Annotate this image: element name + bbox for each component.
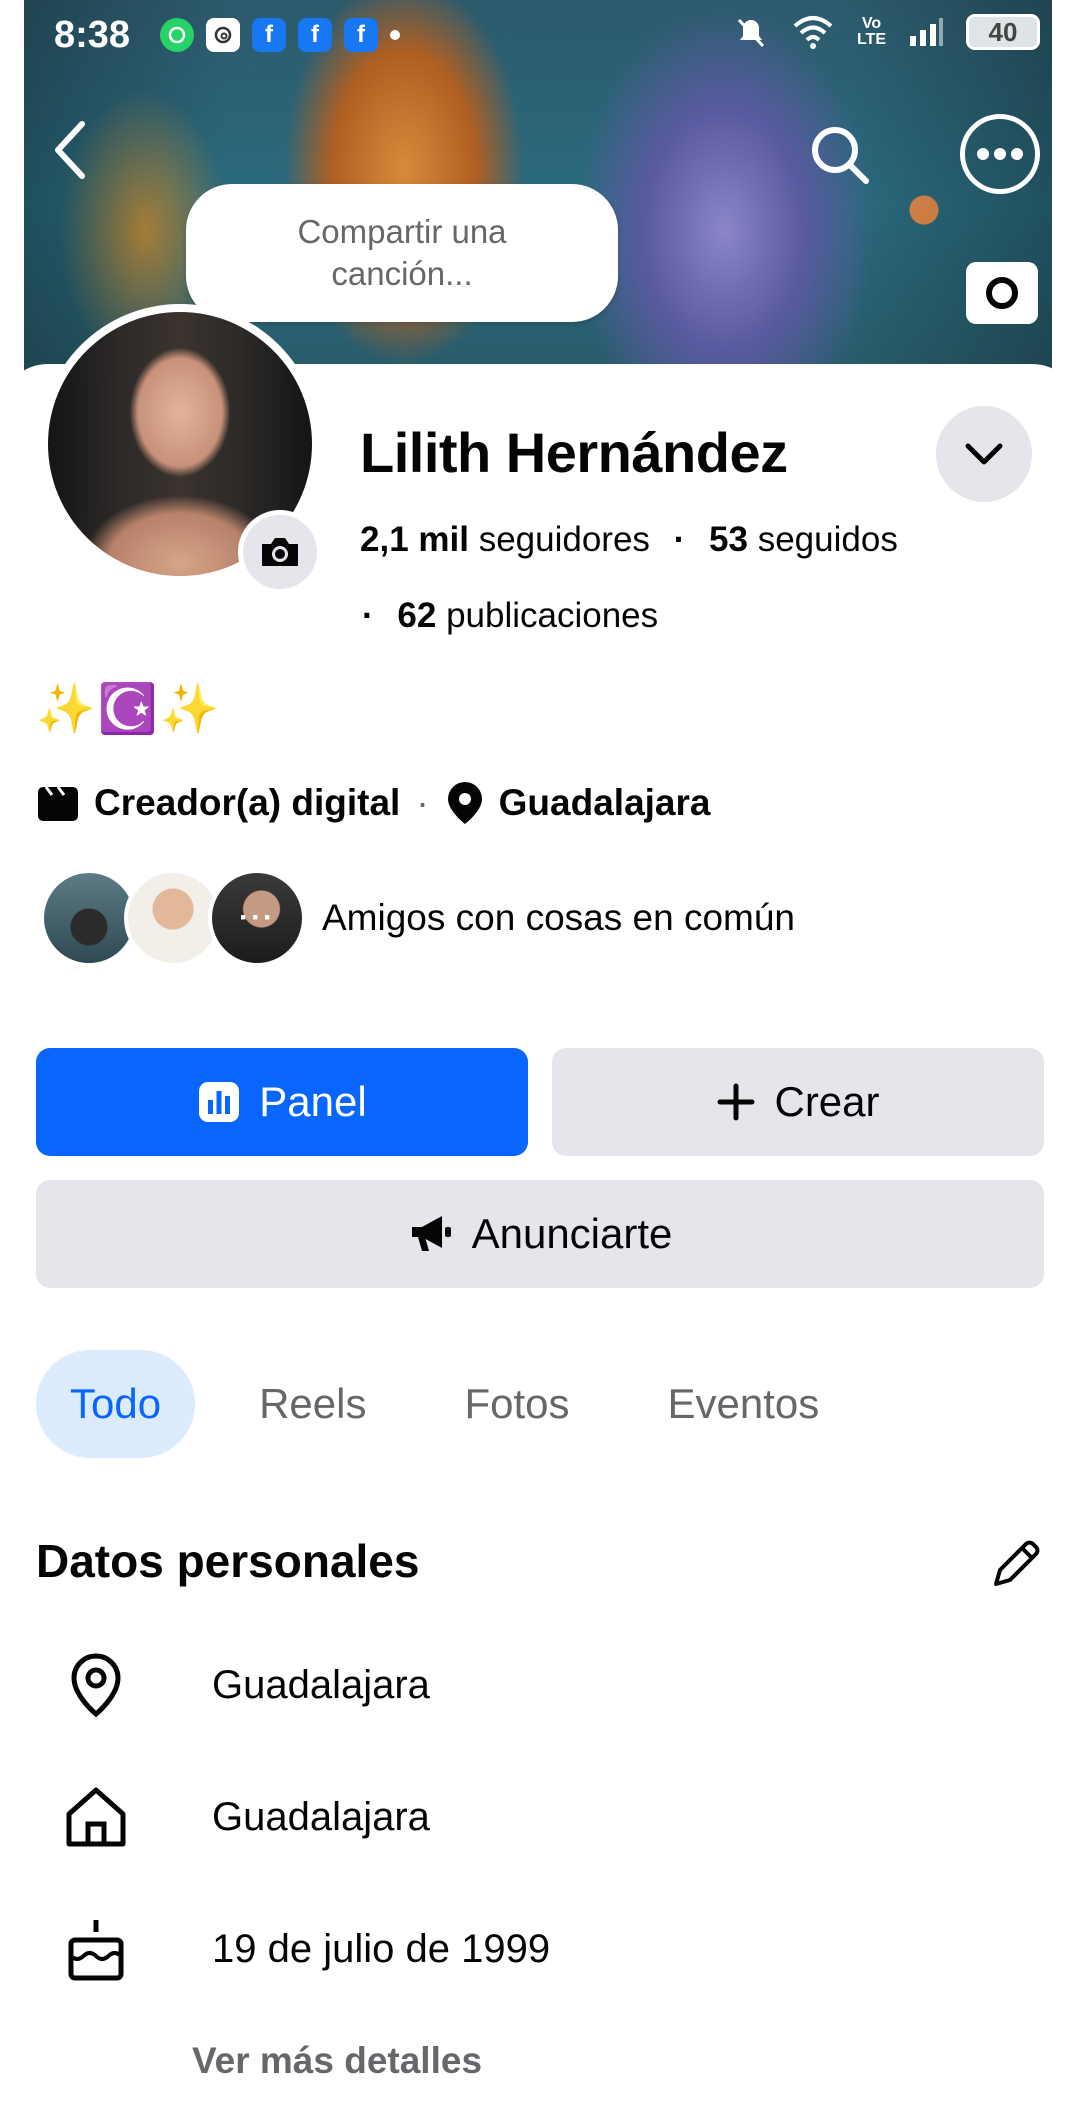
tab-todo[interactable]: Todo [36, 1350, 196, 1458]
status-indicators: Vo LTE 40 [733, 14, 1040, 50]
search-button[interactable] [800, 115, 880, 195]
volte-indicator: Vo LTE [857, 16, 886, 48]
battery-indicator: 40 [966, 14, 1040, 50]
location-pin-outline-icon [71, 1653, 121, 1718]
following-count[interactable]: 53 [709, 520, 748, 559]
home-icon [66, 1787, 126, 1847]
facebook-icon: f [298, 18, 332, 52]
wifi-icon [793, 16, 833, 49]
notification-icons: f f f [160, 18, 400, 52]
separator-dot: · [416, 782, 429, 823]
posts-stats: · 62 publicaciones [362, 596, 658, 636]
profile-name: Lilith Hernández [360, 421, 788, 484]
posts-label: publicaciones [446, 596, 659, 635]
more-options-button[interactable] [960, 114, 1040, 194]
whatsapp-icon [160, 18, 194, 52]
edit-profile-picture-button[interactable] [238, 510, 322, 594]
create-button[interactable]: Crear [552, 1048, 1044, 1156]
pencil-icon [994, 1540, 1040, 1586]
birthday-row: 19 de julio de 1999 [56, 1904, 956, 1994]
profile-category: Creador(a) digital [94, 782, 401, 823]
mute-icon [737, 18, 765, 48]
panel-button[interactable]: Panel [36, 1048, 528, 1156]
see-more-details-link[interactable]: Ver más detalles [192, 2040, 482, 2082]
profile-meta: Creador(a) digital · Guadalajara [36, 780, 711, 826]
back-arrow-icon [55, 121, 85, 179]
chevron-down-icon [965, 443, 1003, 465]
following-label[interactable]: seguidos [758, 520, 898, 559]
mutual-friends[interactable]: ··· Amigos con cosas en común [40, 868, 795, 968]
share-song-bubble[interactable]: Compartir una canción... [186, 184, 618, 322]
profile-switch-button[interactable] [936, 406, 1032, 502]
followers-count[interactable]: 2,1 mil [360, 520, 469, 559]
edit-cover-button[interactable] [966, 262, 1038, 324]
volte-bottom: LTE [856, 31, 886, 48]
threads-icon [206, 18, 240, 52]
hometown-row: Guadalajara [56, 1772, 956, 1862]
status-bar: 8:38 f f f Vo LTE 40 [0, 0, 1080, 72]
separator-dot: · [673, 520, 686, 559]
personal-details-title: Datos personales [36, 1535, 420, 1587]
birthday-cake-icon [68, 1920, 124, 1981]
dashboard-icon [199, 1082, 240, 1122]
camera-icon [986, 277, 1018, 309]
birthday-text: 19 de julio de 1999 [212, 1926, 551, 1971]
advertise-button[interactable]: Anunciarte [36, 1180, 1044, 1288]
ellipsis-icon [977, 148, 1023, 160]
current-city-text: Guadalajara [212, 1662, 430, 1707]
profile-tabs: Todo Reels Fotos Eventos [36, 1350, 883, 1458]
profile-bio: ✨☪️✨ [36, 683, 222, 736]
follow-stats: 2,1 mil seguidores · 53 seguidos [360, 520, 898, 560]
mutual-friends-label: Amigos con cosas en común [322, 897, 796, 938]
posts-count: 62 [397, 596, 437, 635]
profile-location: Guadalajara [498, 782, 711, 823]
friend-avatar-more: ··· [208, 869, 306, 967]
search-icon [812, 127, 869, 184]
back-button[interactable] [40, 110, 100, 190]
separator-dot: · [362, 596, 374, 635]
volte-top: Vo [861, 15, 882, 32]
panel-label: Panel [259, 1078, 367, 1125]
current-city-row: Guadalajara [56, 1640, 956, 1730]
followers-label[interactable]: seguidores [479, 520, 650, 559]
hometown-text: Guadalajara [212, 1794, 430, 1839]
camera-icon [262, 538, 298, 566]
clapperboard-icon [38, 786, 78, 821]
signal-icon [910, 18, 943, 46]
more-notifications-dot [390, 30, 400, 40]
advertise-label: Anunciarte [471, 1210, 673, 1257]
edit-details-button[interactable] [980, 1530, 1050, 1600]
location-pin-icon [447, 782, 482, 824]
create-label: Crear [774, 1078, 880, 1125]
plus-icon [717, 1083, 755, 1121]
tab-eventos[interactable]: Eventos [634, 1350, 854, 1458]
facebook-icon: f [344, 18, 378, 52]
facebook-icon: f [252, 18, 286, 52]
tab-fotos[interactable]: Fotos [430, 1350, 603, 1458]
status-time: 8:38 [54, 14, 131, 56]
megaphone-icon [411, 1216, 451, 1251]
tab-reels[interactable]: Reels [225, 1350, 400, 1458]
